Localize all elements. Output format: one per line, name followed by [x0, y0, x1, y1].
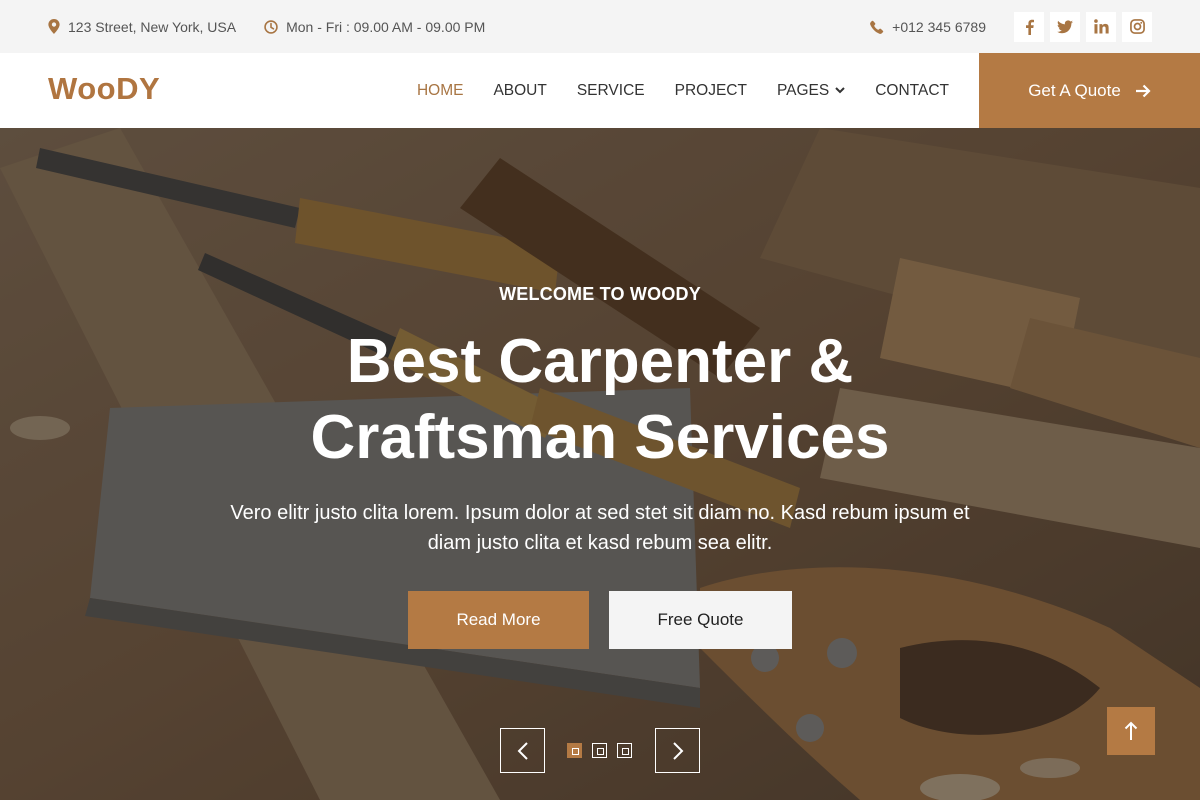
read-more-button[interactable]: Read More	[408, 591, 589, 649]
nav-links: HOME ABOUT SERVICE PROJECT PAGES CONTACT	[387, 53, 949, 128]
instagram-link[interactable]	[1122, 11, 1152, 42]
chevron-right-icon	[672, 741, 683, 760]
hours-info: Mon - Fri : 09.00 AM - 09.00 PM	[264, 19, 485, 35]
nav-about[interactable]: ABOUT	[493, 82, 546, 100]
carousel-indicators	[567, 743, 632, 758]
hero-carousel: WELCOME TO WOODY Best Carpenter & Crafts…	[0, 128, 1200, 800]
nav-home[interactable]: HOME	[417, 82, 464, 100]
twitter-link[interactable]	[1050, 11, 1080, 42]
carousel-dot-2[interactable]	[592, 743, 607, 758]
phone-text: +012 345 6789	[892, 18, 986, 35]
linkedin-link[interactable]	[1086, 11, 1116, 42]
hero-kicker: WELCOME TO WOODY	[499, 284, 701, 304]
topbar: 123 Street, New York, USA Mon - Fri : 09…	[0, 0, 1200, 53]
nav-pages-label: PAGES	[776, 81, 830, 99]
address-text: 123 Street, New York, USA	[68, 18, 237, 35]
carousel-dot-1[interactable]	[567, 743, 582, 758]
phone-info: +012 345 6789	[870, 19, 986, 35]
hero-headline: Best Carpenter & Craftsman Services	[0, 324, 1200, 476]
chevron-down-icon	[835, 87, 845, 94]
linkedin-icon	[1093, 19, 1109, 34]
twitter-icon	[1057, 19, 1073, 33]
nav-pages-dropdown[interactable]: PAGES	[777, 82, 845, 100]
hero-subtext: Vero elitr justo clita lorem. Ipsum dolo…	[230, 502, 970, 554]
hero-buttons: Read More Free Quote	[0, 591, 1200, 649]
main-navbar: WooDY HOME ABOUT SERVICE PROJECT PAGES C…	[0, 53, 1200, 128]
map-marker-icon	[48, 19, 60, 34]
brand-logo[interactable]: WooDY	[48, 71, 160, 107]
social-links	[1014, 11, 1152, 42]
nav-service[interactable]: SERVICE	[577, 82, 645, 100]
nav-contact[interactable]: CONTACT	[875, 82, 949, 100]
arrow-right-icon	[1135, 84, 1151, 97]
address-info: 123 Street, New York, USA	[48, 19, 236, 35]
free-quote-button[interactable]: Free Quote	[609, 591, 792, 649]
back-to-top-button[interactable]	[1107, 707, 1155, 755]
get-quote-button[interactable]: Get A Quote	[979, 53, 1200, 128]
carousel-dot-3[interactable]	[617, 743, 632, 758]
hours-text: Mon - Fri : 09.00 AM - 09.00 PM	[286, 18, 486, 35]
clock-icon	[264, 19, 278, 34]
get-quote-label: Get A Quote	[1028, 80, 1121, 100]
arrow-up-icon	[1124, 721, 1138, 740]
carousel-next-button[interactable]	[655, 728, 700, 773]
facebook-link[interactable]	[1014, 11, 1044, 42]
instagram-icon	[1129, 19, 1145, 34]
nav-project[interactable]: PROJECT	[675, 82, 747, 100]
chevron-left-icon	[517, 741, 528, 760]
facebook-icon	[1025, 19, 1034, 35]
hero-headline-line-2: Craftsman Services	[310, 403, 890, 472]
hero-headline-line-1: Best Carpenter &	[346, 327, 854, 396]
carousel-prev-button[interactable]	[500, 728, 545, 773]
phone-icon	[870, 20, 884, 34]
